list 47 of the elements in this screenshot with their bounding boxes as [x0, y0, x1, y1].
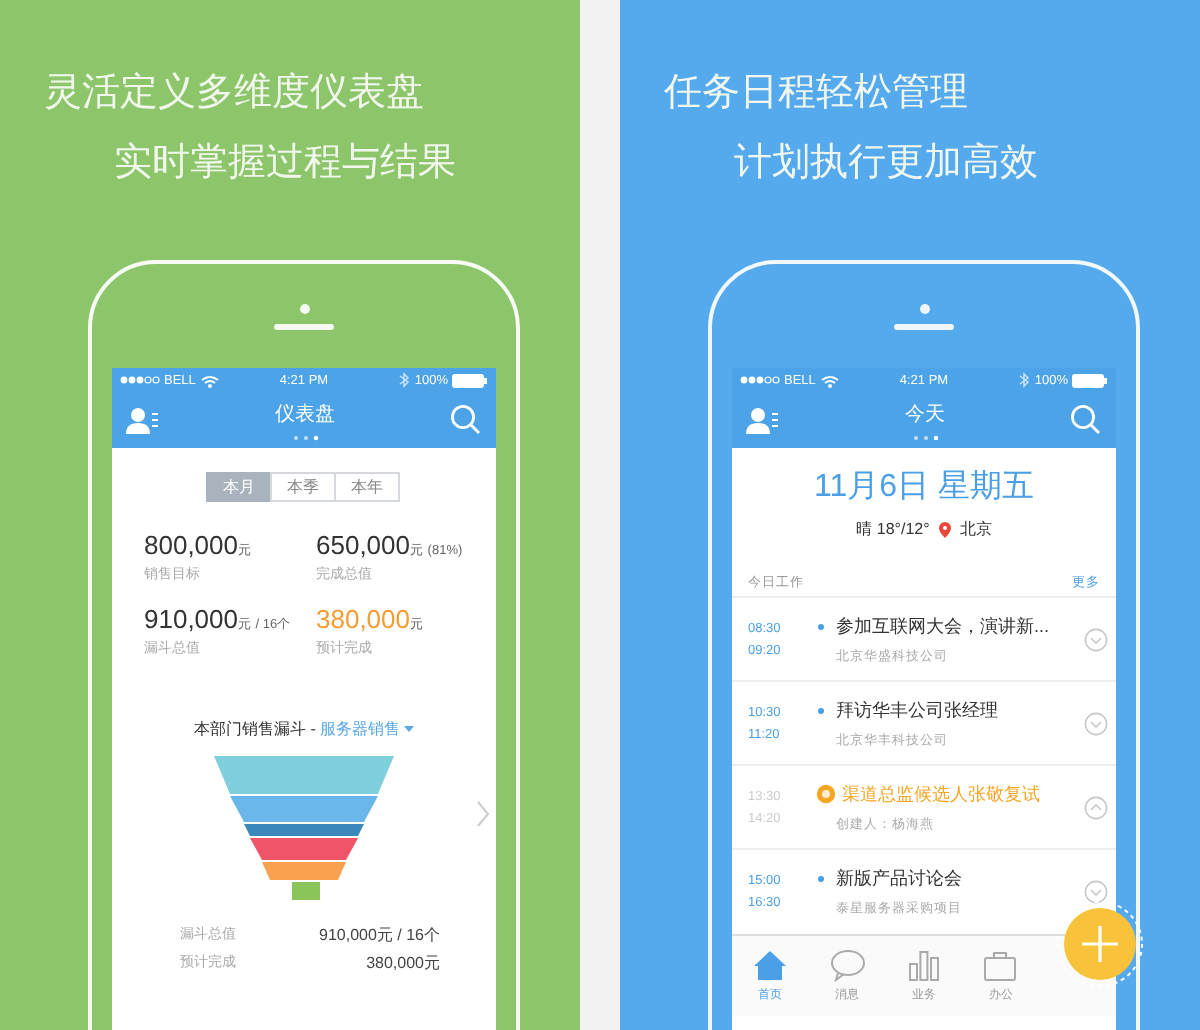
filter-link[interactable]: 服务器销售 — [319, 718, 400, 740]
search-icon[interactable] — [1070, 404, 1102, 436]
chevron-down-icon[interactable] — [1084, 711, 1108, 735]
location-pin-icon — [937, 521, 952, 537]
chevron-down-icon[interactable] — [1084, 627, 1108, 651]
contacts-icon[interactable] — [746, 406, 780, 434]
chevron-down-icon[interactable] — [1084, 879, 1108, 903]
summary-value: 380,000元 — [364, 952, 440, 974]
caption: 计划执行更加高效 — [734, 141, 1038, 188]
add-button[interactable] — [1056, 900, 1144, 988]
event-title: 新版产品讨论会 — [836, 865, 962, 891]
chat-icon — [829, 948, 866, 982]
caption: 任务日程轻松管理 — [664, 72, 968, 118]
chevron-right-icon[interactable] — [476, 800, 490, 828]
bar-chart-icon — [905, 948, 942, 982]
segment-tab[interactable]: 本月 — [206, 472, 272, 502]
badge-icon — [816, 784, 836, 804]
page-dots-icon — [291, 433, 319, 441]
signal-icon — [120, 374, 160, 386]
event-title: 拜访华丰公司张经理 — [836, 697, 998, 723]
chevron-up-icon[interactable] — [1084, 795, 1108, 819]
event-title: 参加互联网大会，演讲新... — [836, 613, 1050, 639]
nav-title: 仪表盘 — [275, 401, 335, 427]
bluetooth-icon — [1018, 372, 1031, 388]
date-heading: 11月6日 星期五 — [812, 468, 1036, 508]
event-title: 渠道总监候选人张敬复试 — [842, 781, 1040, 807]
contacts-icon[interactable] — [126, 406, 160, 434]
wifi-icon — [819, 373, 840, 387]
nav-title: 今天 — [905, 401, 945, 427]
battery-icon — [452, 373, 488, 387]
signal-icon — [740, 374, 780, 386]
summary-value: 910,000元 / 16个 — [317, 924, 440, 946]
segment-tab[interactable]: 本年 — [334, 472, 400, 502]
page-dots-icon — [911, 433, 939, 441]
search-icon[interactable] — [450, 404, 482, 436]
home-icon — [752, 948, 789, 982]
weather-text: 晴 18°/12° — [856, 518, 930, 540]
caption: 灵活定义多维度仪表盘 — [44, 72, 424, 118]
briefcase-icon — [982, 948, 1019, 982]
funnel-title: 本部门销售漏斗 - — [194, 718, 316, 740]
bluetooth-icon — [398, 372, 411, 388]
battery-icon — [1072, 373, 1108, 387]
city-name: 北京 — [959, 518, 992, 540]
wifi-icon — [199, 373, 220, 387]
segment-tab[interactable]: 本季 — [270, 472, 336, 502]
caption: 实时掌握过程与结果 — [114, 141, 456, 188]
caret-icon[interactable] — [403, 726, 414, 732]
